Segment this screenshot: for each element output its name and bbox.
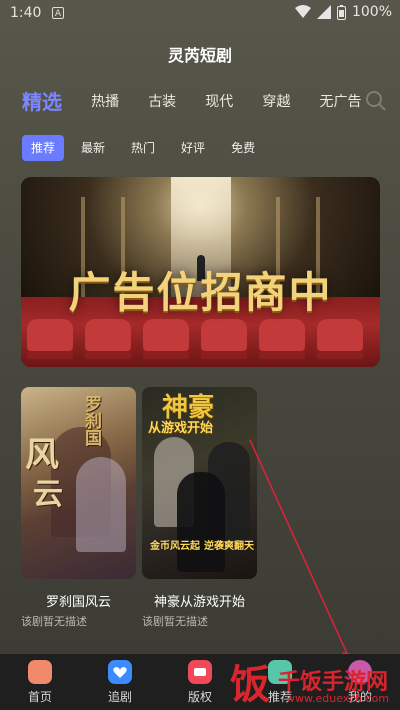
tab-copyright-label: 版权 <box>187 690 212 704</box>
drama-description: 该剧暂无描述 <box>21 615 87 628</box>
category-tabs: 精选 热播 古装 现代 穿越 无广告 <box>22 86 367 116</box>
filter-recommend[interactable]: 推荐 <box>22 135 65 161</box>
notification-a-icon: A <box>52 7 64 19</box>
poster-title-char: 云 <box>33 477 63 512</box>
filter-free[interactable]: 免费 <box>222 135 264 161</box>
poster-tagline: 金币风云起 <box>150 541 200 552</box>
seat <box>201 319 247 359</box>
banner-text: 广告位招商中 <box>68 268 333 317</box>
poster-tagline: 逆袭爽翻天 <box>204 541 254 552</box>
filter-chips: 推荐 最新 热门 好评 免费 <box>22 135 264 161</box>
drama-title[interactable]: 罗刹国风云 <box>21 591 136 610</box>
filter-popular[interactable]: 热门 <box>122 135 164 161</box>
poster-title: 罗刹国 <box>81 395 101 446</box>
tab-ad-free[interactable]: 无广告 <box>319 91 361 111</box>
seat <box>317 319 363 359</box>
home-icon <box>28 660 52 684</box>
status-time: 1:40 <box>10 5 42 21</box>
drama-card[interactable]: 神豪 从游戏开始 金币风云起 逆袭爽翻天 神豪从游戏开始 <box>142 387 257 610</box>
drama-description: 该剧暂无描述 <box>142 615 208 628</box>
seat <box>85 319 131 359</box>
app-title: 灵芮短剧 <box>167 46 232 65</box>
tab-home-label: 首页 <box>27 690 52 704</box>
copyright-icon <box>188 660 212 684</box>
ad-banner[interactable]: 广告位招商中 <box>21 177 380 367</box>
seat <box>27 319 73 359</box>
status-icons: 100% <box>294 4 392 20</box>
seat <box>259 319 305 359</box>
drama-poster[interactable]: 神豪 从游戏开始 金币风云起 逆袭爽翻天 <box>142 387 257 579</box>
tab-follow-label: 追剧 <box>107 690 132 704</box>
tab-copyright[interactable]: 版权 <box>170 660 230 705</box>
poster-figure <box>177 472 225 572</box>
tab-time-travel[interactable]: 穿越 <box>262 91 290 111</box>
tab-featured[interactable]: 精选 <box>22 86 62 115</box>
seat <box>143 319 189 359</box>
drama-poster[interactable]: 风 云 罗刹国 <box>21 387 136 579</box>
filter-latest[interactable]: 最新 <box>72 135 114 161</box>
drama-title[interactable]: 神豪从游戏开始 <box>142 591 257 610</box>
status-bar: 1:40 A 100% <box>0 0 400 28</box>
heart-shape-icon <box>113 667 127 678</box>
heart-icon <box>108 660 132 684</box>
wifi-icon <box>294 5 311 18</box>
tab-costume[interactable]: 古装 <box>148 91 176 111</box>
filter-top-rated[interactable]: 好评 <box>172 135 214 161</box>
battery-percent: 100% <box>351 4 392 20</box>
search-icon[interactable] <box>363 89 389 111</box>
poster-figure <box>76 457 126 552</box>
drama-card[interactable]: 风 云 罗刹国 罗刹国风云 <box>21 387 136 610</box>
tab-modern[interactable]: 现代 <box>205 91 233 111</box>
tab-follow[interactable]: 追剧 <box>90 660 150 705</box>
copyright-icon-shape <box>194 668 206 676</box>
watermark-url: www.eduexch.com <box>286 692 390 705</box>
site-watermark: 饭 千饭手游网 www.eduexch.com <box>230 660 400 710</box>
battery-icon <box>336 4 346 20</box>
tab-hot[interactable]: 热播 <box>91 91 119 111</box>
tab-home[interactable]: 首页 <box>10 660 70 705</box>
signal-icon <box>316 5 331 19</box>
poster-subtitle: 从游戏开始 <box>148 421 214 436</box>
watermark-logo: 饭 <box>230 661 270 708</box>
